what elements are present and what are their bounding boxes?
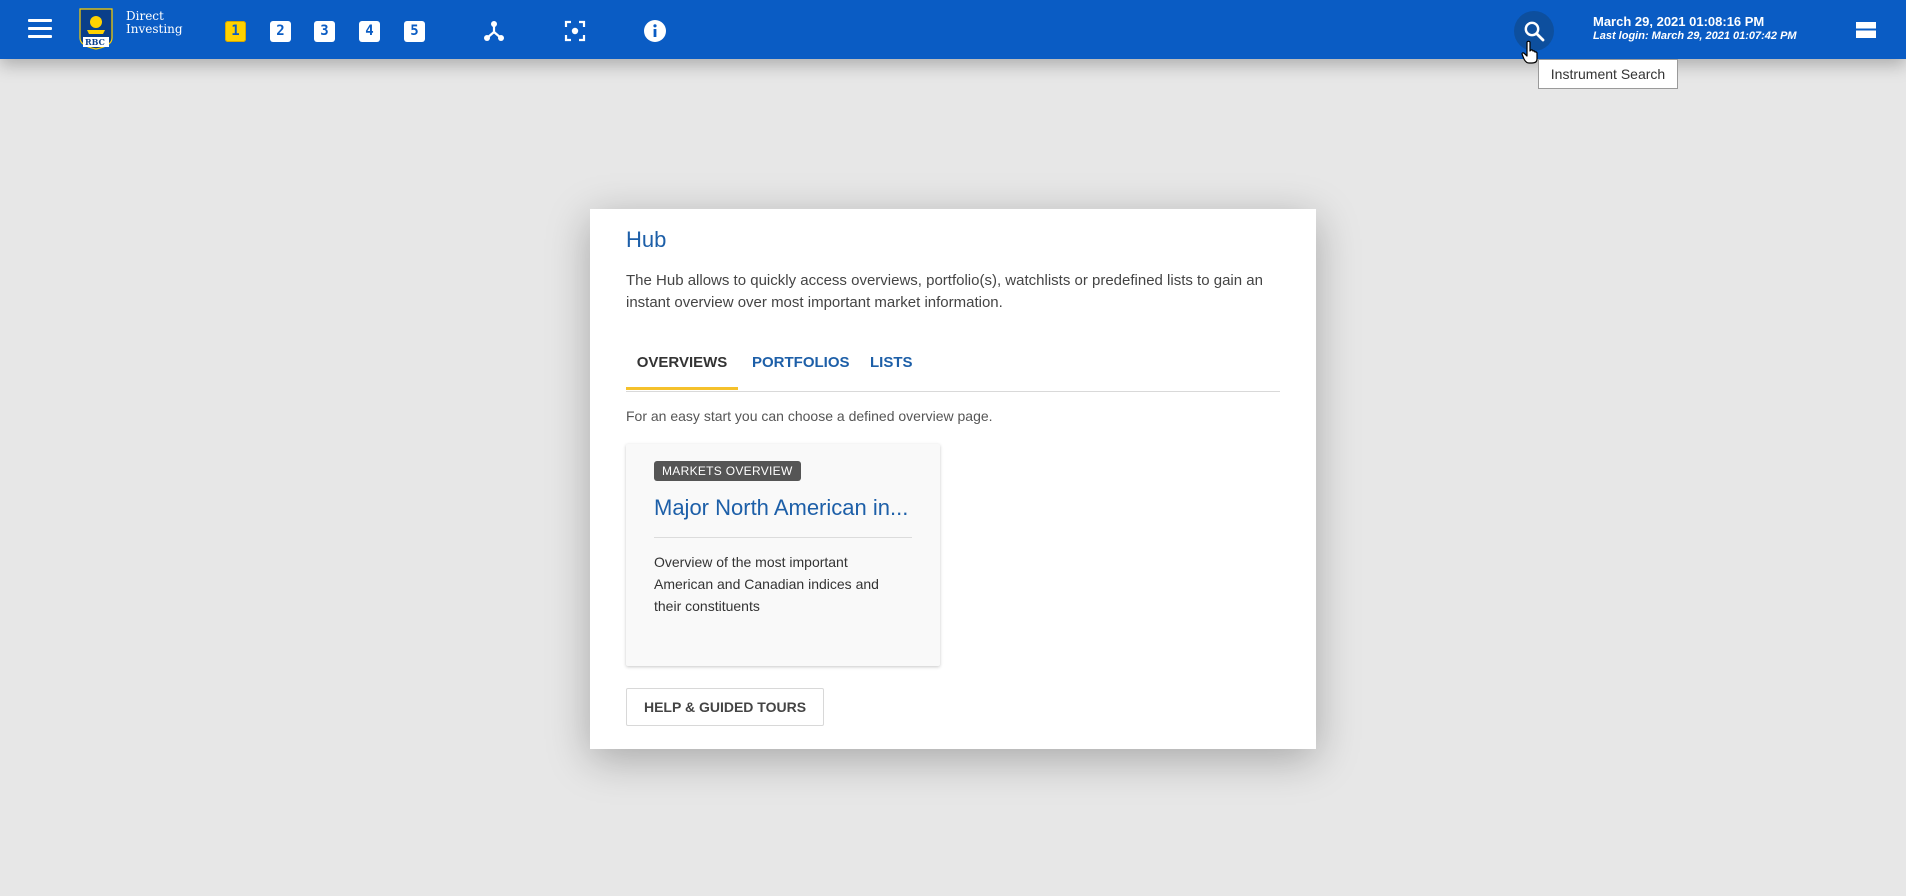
logo-text: RBC	[85, 37, 105, 47]
hub-tabs: OVERVIEWS PORTFOLIOS LISTS	[626, 341, 1280, 392]
info-icon[interactable]	[643, 19, 667, 43]
tab-lists[interactable]: LISTS	[870, 341, 913, 390]
workspace-1-button[interactable]: 1	[225, 21, 246, 42]
workspace-4-button[interactable]: 4	[359, 21, 380, 42]
brand-name: Direct Investing	[126, 10, 183, 36]
instrument-search-tooltip: Instrument Search	[1538, 59, 1678, 89]
hub-dialog: Hub The Hub allows to quickly access ove…	[590, 209, 1316, 749]
overview-title[interactable]: Major North American in...	[654, 495, 924, 521]
rbc-logo: RBC	[79, 8, 113, 50]
hub-description: The Hub allows to quickly access overvie…	[626, 272, 1263, 311]
markets-overview-card[interactable]: MARKETS OVERVIEW Major North American in…	[626, 444, 940, 666]
focus-icon[interactable]	[563, 19, 587, 43]
current-datetime: March 29, 2021 01:08:16 PM	[1593, 14, 1765, 29]
workspace-3-button[interactable]: 3	[314, 21, 335, 42]
workspace-5-button[interactable]: 5	[404, 21, 425, 42]
last-login: Last login: March 29, 2021 01:07:42 PM	[1593, 30, 1797, 42]
hub-title: Hub	[626, 227, 667, 252]
overview-description: Overview of the most important American …	[654, 554, 879, 614]
workspace-2-button[interactable]: 2	[270, 21, 291, 42]
brand-line-2: Investing	[126, 22, 183, 36]
overview-hint: For an easy start you can choose a defin…	[626, 408, 993, 424]
menu-icon[interactable]	[28, 19, 52, 39]
overview-badge: MARKETS OVERVIEW	[654, 461, 801, 481]
overview-divider	[654, 537, 912, 538]
search-icon	[1524, 21, 1545, 42]
session-info: March 29, 2021 01:08:16 PM Last login: M…	[1593, 14, 1797, 43]
tab-overviews[interactable]: OVERVIEWS	[626, 341, 738, 390]
panel-toggle-icon[interactable]	[1856, 22, 1876, 38]
hand-cursor-icon	[1521, 40, 1539, 64]
help-guided-tours-button[interactable]: HELP & GUIDED TOURS	[626, 688, 824, 726]
top-navigation-bar: RBC Direct Investing 1 2 3 4 5 March 29,…	[0, 0, 1906, 59]
tab-portfolios[interactable]: PORTFOLIOS	[752, 341, 850, 390]
network-icon[interactable]	[482, 19, 506, 43]
